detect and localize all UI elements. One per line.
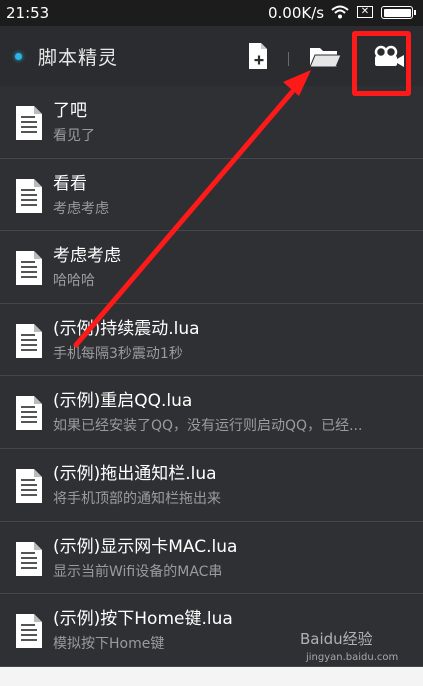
script-name: 了吧 [53, 101, 87, 121]
script-list: 了吧 看见了 看看 考虑考虑 考虑考虑 哈哈哈 (示例)持续震动.lua 手机每… [0, 86, 423, 667]
new-file-icon [249, 43, 267, 69]
no-sim-icon: ✕ [357, 6, 373, 18]
annotation-highlight-box [352, 31, 411, 96]
script-list-item[interactable]: (示例)显示网卡MAC.lua 显示当前Wifi设备的MAC串 [0, 521, 423, 595]
script-list-item[interactable]: (示例)持续震动.lua 手机每隔3秒震动1秒 [0, 303, 423, 377]
document-icon [16, 106, 42, 140]
script-description: 看见了 [53, 128, 95, 144]
script-description: 手机每隔3秒震动1秒 [53, 345, 183, 362]
app-title: 脚本精灵 [38, 47, 119, 69]
script-description: 如果已经安装了QQ，没有运行则启动QQ，已经... [53, 418, 363, 435]
baidu-watermark: Baidu经验 jingyan.baidu.com [300, 628, 398, 663]
script-name: (示例)拖出通知栏.lua [53, 463, 217, 484]
script-name: 考虑考虑 [53, 246, 121, 267]
toolbar-divider [288, 52, 289, 66]
folder-icon [309, 48, 342, 68]
script-description: 显示当前Wifi设备的MAC串 [53, 563, 223, 580]
status-time: 21:53 [6, 4, 50, 22]
document-icon [16, 323, 42, 358]
wifi-icon [331, 5, 349, 23]
status-bar: 21:53 0.00K/s ✕ [0, 0, 423, 26]
script-name: 看看 [53, 173, 87, 194]
document-icon [16, 614, 42, 649]
script-description: 哈哈哈 [53, 273, 95, 290]
script-name: (示例)重启QQ.lua [53, 391, 193, 412]
script-name: (示例)按下Home键.lua [53, 609, 233, 630]
script-list-item[interactable]: 了吧 看见了 [0, 86, 423, 159]
script-description: 考虑考虑 [53, 200, 109, 217]
script-name: (示例)持续震动.lua [53, 318, 200, 339]
script-description: 将手机顶部的通知栏拖出来 [53, 490, 221, 507]
network-speed: 0.00K/s [268, 4, 325, 22]
script-list-item[interactable]: 看看 考虑考虑 [0, 158, 423, 232]
new-script-button[interactable] [242, 40, 276, 72]
status-dot [15, 53, 22, 60]
script-name: (示例)显示网卡MAC.lua [53, 536, 238, 557]
open-folder-button[interactable] [308, 40, 342, 72]
document-icon [16, 396, 42, 431]
script-list-item[interactable]: (示例)拖出通知栏.lua 将手机顶部的通知栏拖出来 [0, 448, 423, 522]
script-list-item[interactable]: 考虑考虑 哈哈哈 [0, 231, 423, 304]
script-list-item[interactable]: (示例)重启QQ.lua 如果已经安装了QQ，没有运行则启动QQ，已经... [0, 376, 423, 449]
document-icon [16, 468, 42, 503]
document-icon [16, 541, 42, 576]
bottom-strip [0, 667, 423, 686]
document-icon [16, 178, 42, 213]
document-icon [16, 251, 42, 286]
battery-icon [381, 6, 416, 19]
watermark-text: Baidu经验 [300, 630, 373, 648]
watermark-url: jingyan.baidu.com [306, 652, 399, 663]
